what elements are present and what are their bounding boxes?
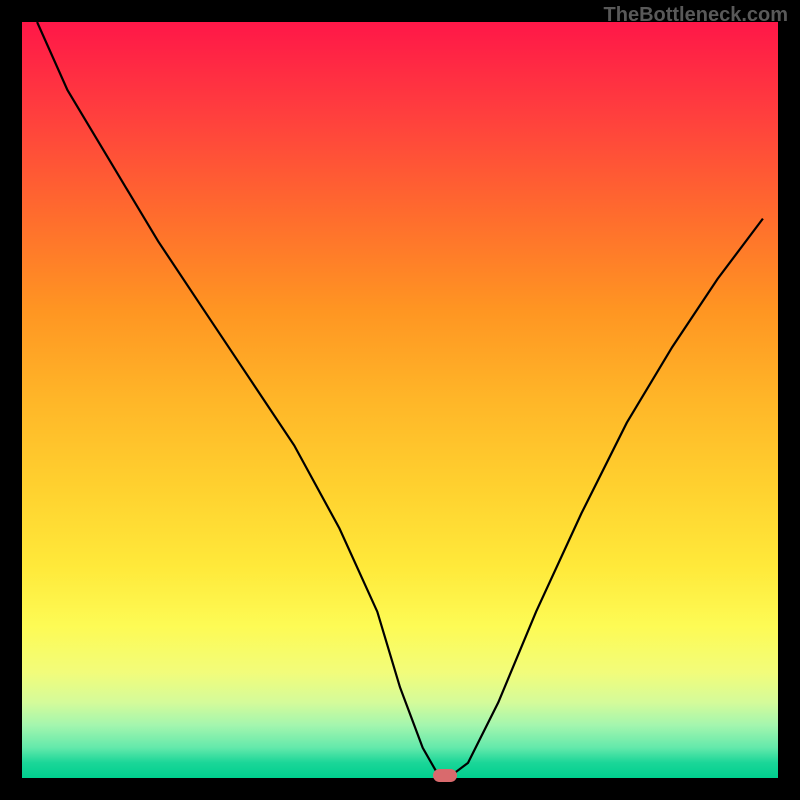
bottleneck-curve [37,22,763,774]
optimal-marker [433,769,457,782]
plot-area [22,22,778,778]
curve-svg [22,22,778,778]
watermark-text: TheBottleneck.com [604,4,788,27]
